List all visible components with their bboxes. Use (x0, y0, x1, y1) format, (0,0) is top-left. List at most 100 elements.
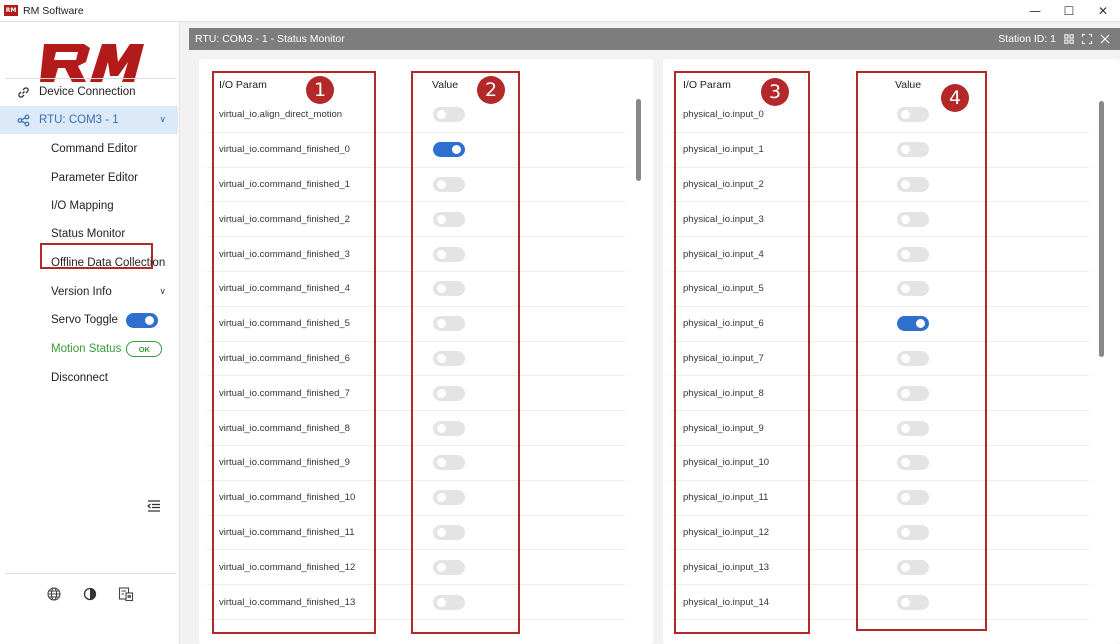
sidebar-item-label: Disconnect (51, 372, 108, 384)
io-value-toggle[interactable] (433, 176, 465, 192)
sidebar-item-label: Status Monitor (51, 228, 126, 240)
io-param-name: physical_io.input_5 (683, 283, 764, 295)
servo-toggle-switch[interactable] (125, 312, 158, 328)
io-value-toggle[interactable] (897, 350, 929, 366)
io-value-toggle[interactable] (433, 211, 465, 227)
io-value-toggle[interactable] (433, 420, 465, 436)
table-row: virtual_io.align_direct_motion (207, 98, 625, 133)
sidebar-item-device-connection[interactable]: Device Connection (0, 78, 178, 106)
io-value-toggle[interactable] (433, 142, 465, 158)
io-param-name: virtual_io.command_finished_5 (219, 318, 350, 330)
table-row: physical_io.input_11 (671, 481, 1089, 516)
io-value-toggle[interactable] (433, 385, 465, 401)
window-title: RM Software (23, 4, 84, 17)
io-param-name: physical_io.input_0 (683, 109, 764, 121)
io-param-name: virtual_io.command_finished_2 (219, 213, 350, 225)
io-value-toggle[interactable] (433, 281, 465, 297)
io-value-toggle[interactable] (897, 594, 929, 610)
sidebar-item-parameter-editor[interactable]: Parameter Editor (0, 164, 178, 192)
io-value-toggle[interactable] (897, 385, 929, 401)
table-row: virtual_io.command_finished_11 (207, 516, 625, 551)
io-value-toggle[interactable] (897, 455, 929, 471)
theme-icon[interactable] (82, 586, 98, 602)
chevron-down-icon[interactable]: ∨ (159, 287, 166, 297)
io-value-toggle[interactable] (897, 142, 929, 158)
io-value-toggle[interactable] (433, 246, 465, 262)
table-row: virtual_io.command_finished_12 (207, 550, 625, 586)
panel-header: RTU: COM3 - 1 - Status Monitor Station I… (189, 28, 1120, 50)
io-param-name: physical_io.input_10 (683, 457, 770, 469)
column-header-value: Value (432, 79, 459, 91)
scrollbar-thumb[interactable] (1099, 101, 1104, 357)
window-titlebar: RM RM Software — ☐ ✕ (0, 0, 1120, 22)
sidebar-item-label: Parameter Editor (51, 172, 138, 184)
io-param-name: virtual_io.command_finished_9 (219, 457, 350, 469)
minimize-button[interactable]: — (1018, 0, 1052, 22)
io-param-name: virtual_io.command_finished_13 (219, 596, 356, 608)
io-value-toggle[interactable] (433, 455, 465, 471)
table-row: physical_io.input_2 (671, 168, 1089, 203)
sidebar-item-command-editor[interactable]: Command Editor (0, 135, 178, 163)
table-row: physical_io.input_14 (671, 585, 1089, 620)
annotation-marker-3: 3 (761, 78, 789, 106)
io-value-toggle[interactable] (897, 524, 929, 540)
io-param-name: physical_io.input_2 (683, 178, 764, 190)
sidebar-item-label: RTU: COM3 - 1 (39, 114, 119, 126)
io-value-toggle[interactable] (433, 524, 465, 540)
panel-title: RTU: COM3 - 1 - Status Monitor (195, 33, 345, 45)
table-row: virtual_io.command_finished_6 (207, 342, 625, 377)
sidebar-item-rtu-com3[interactable]: RTU: COM3 - 1 ∨ (0, 106, 178, 134)
chevron-down-icon[interactable]: ∨ (159, 115, 166, 125)
io-param-name: physical_io.input_6 (683, 318, 764, 330)
io-param-name: virtual_io.command_finished_11 (219, 526, 355, 538)
scrollbar-thumb[interactable] (636, 99, 641, 181)
io-value-toggle[interactable] (433, 107, 465, 123)
io-value-toggle[interactable] (897, 559, 929, 575)
grid-icon[interactable] (1064, 34, 1074, 44)
table-row: virtual_io.command_finished_0 (207, 133, 625, 168)
io-value-toggle[interactable] (433, 350, 465, 366)
sidebar-item-disconnect[interactable]: Disconnect (0, 364, 178, 392)
io-value-toggle[interactable] (433, 559, 465, 575)
io-value-toggle[interactable] (897, 246, 929, 262)
io-value-toggle[interactable] (897, 420, 929, 436)
sidebar-item-label: I/O Mapping (51, 200, 114, 212)
device-info-icon[interactable] (118, 586, 134, 602)
table-row: virtual_io.command_finished_7 (207, 376, 625, 412)
sidebar-item-version-info[interactable]: Version Info ∨ (0, 278, 178, 306)
io-value-toggle[interactable] (897, 281, 929, 297)
io-value-toggle[interactable] (433, 594, 465, 610)
io-value-toggle[interactable] (897, 211, 929, 227)
fullscreen-icon[interactable] (1082, 34, 1092, 44)
sidebar-item-motion-status: Motion Status OK (0, 335, 178, 363)
io-param-name: virtual_io.command_finished_10 (219, 492, 356, 504)
io-param-name: virtual_io.align_direct_motion (219, 109, 343, 121)
table-row: physical_io.input_12 (671, 516, 1089, 551)
io-value-toggle[interactable] (897, 107, 929, 123)
globe-icon[interactable] (46, 586, 62, 602)
io-param-name: virtual_io.command_finished_8 (219, 422, 350, 434)
io-param-name: physical_io.input_11 (683, 492, 769, 504)
collapse-menu-icon[interactable] (147, 500, 161, 512)
table-row: virtual_io.command_finished_4 (207, 272, 625, 307)
status-badge: OK (126, 341, 163, 357)
table-row: physical_io.input_6 (671, 307, 1089, 342)
table-row: virtual_io.command_finished_3 (207, 237, 625, 272)
close-button[interactable]: ✕ (1086, 0, 1120, 22)
io-value-toggle[interactable] (897, 176, 929, 192)
close-panel-icon[interactable] (1100, 34, 1110, 44)
maximize-button[interactable]: ☐ (1052, 0, 1086, 22)
table-row: virtual_io.command_finished_9 (207, 446, 625, 481)
sidebar-item-io-mapping[interactable]: I/O Mapping (0, 192, 178, 220)
sidebar-item-offline-data[interactable]: Offline Data Collection (0, 249, 178, 277)
io-value-toggle[interactable] (433, 490, 465, 506)
io-param-name: virtual_io.command_finished_7 (219, 387, 350, 399)
sidebar-divider (6, 573, 176, 574)
table-row: virtual_io.command_finished_13 (207, 585, 625, 620)
io-value-toggle[interactable] (897, 490, 929, 506)
table-row: physical_io.input_10 (671, 446, 1089, 481)
io-value-toggle[interactable] (897, 316, 929, 332)
sidebar-item-label: Servo Toggle (51, 314, 118, 326)
io-value-toggle[interactable] (433, 316, 465, 332)
table-row: physical_io.input_8 (671, 376, 1089, 412)
